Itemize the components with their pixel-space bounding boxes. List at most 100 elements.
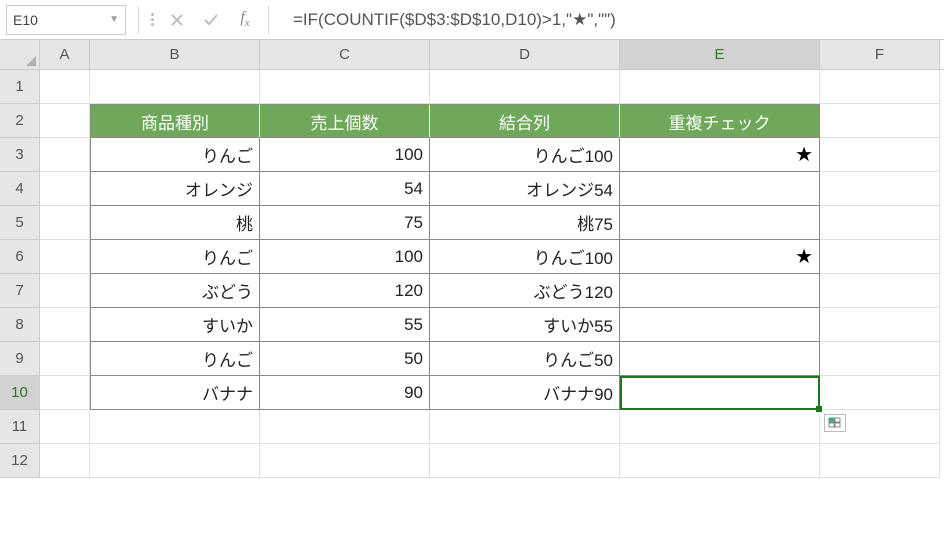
spreadsheet-grid[interactable]: A B C D E F 1 2 商品種別 売上個数 結合列 重複チェック: [0, 40, 944, 478]
cell[interactable]: ぶどう120: [430, 274, 620, 308]
row-header[interactable]: 4: [0, 172, 40, 206]
insert-function-button[interactable]: fx: [228, 5, 262, 35]
col-header-B[interactable]: B: [90, 40, 260, 69]
row-header[interactable]: 8: [0, 308, 40, 342]
row-header[interactable]: 12: [0, 444, 40, 478]
cell[interactable]: [430, 410, 620, 444]
cell[interactable]: [620, 172, 820, 206]
col-header-E[interactable]: E: [620, 40, 820, 69]
cell[interactable]: [620, 376, 820, 410]
cell[interactable]: 120: [260, 274, 430, 308]
cell[interactable]: [40, 240, 90, 274]
cell[interactable]: りんご: [90, 240, 260, 274]
select-all-corner[interactable]: [0, 40, 40, 69]
row-header[interactable]: 5: [0, 206, 40, 240]
name-box-dropdown-icon[interactable]: ▼: [109, 14, 119, 25]
cell[interactable]: すいか: [90, 308, 260, 342]
cell[interactable]: りんご100: [430, 138, 620, 172]
cell[interactable]: [820, 342, 940, 376]
cell[interactable]: [40, 376, 90, 410]
cell[interactable]: 100: [260, 138, 430, 172]
col-header-A[interactable]: A: [40, 40, 90, 69]
cell[interactable]: [620, 342, 820, 376]
cell[interactable]: バナナ90: [430, 376, 620, 410]
col-header-C[interactable]: C: [260, 40, 430, 69]
cell[interactable]: [40, 70, 90, 104]
cell[interactable]: 桃75: [430, 206, 620, 240]
table-header-cell[interactable]: 売上個数: [260, 104, 430, 138]
col-header-F[interactable]: F: [820, 40, 940, 69]
cell[interactable]: [430, 70, 620, 104]
table-header-cell[interactable]: 商品種別: [90, 104, 260, 138]
cell[interactable]: りんご100: [430, 240, 620, 274]
cell[interactable]: りんご50: [430, 342, 620, 376]
cell[interactable]: [820, 274, 940, 308]
cell[interactable]: [40, 342, 90, 376]
cell[interactable]: 桃: [90, 206, 260, 240]
cell[interactable]: 55: [260, 308, 430, 342]
cell[interactable]: [620, 274, 820, 308]
name-box-value: E10: [13, 12, 38, 28]
cell[interactable]: [620, 410, 820, 444]
autofill-options-button[interactable]: [824, 414, 846, 432]
row-header[interactable]: 10: [0, 376, 40, 410]
cell[interactable]: [90, 410, 260, 444]
cell[interactable]: 75: [260, 206, 430, 240]
enter-button[interactable]: [194, 5, 228, 35]
cell[interactable]: [820, 138, 940, 172]
cell[interactable]: オレンジ: [90, 172, 260, 206]
cell[interactable]: [820, 206, 940, 240]
cell[interactable]: [620, 308, 820, 342]
cell[interactable]: [620, 444, 820, 478]
row-header[interactable]: 11: [0, 410, 40, 444]
cell[interactable]: [260, 410, 430, 444]
cell[interactable]: [820, 240, 940, 274]
cell[interactable]: [260, 70, 430, 104]
cell[interactable]: [820, 104, 940, 138]
cell[interactable]: [820, 70, 940, 104]
cell[interactable]: 54: [260, 172, 430, 206]
name-box[interactable]: E10 ▼: [6, 5, 126, 35]
col-header-D[interactable]: D: [430, 40, 620, 69]
table-header-cell[interactable]: 結合列: [430, 104, 620, 138]
cell[interactable]: [820, 172, 940, 206]
cell[interactable]: 90: [260, 376, 430, 410]
cell[interactable]: [430, 444, 620, 478]
cell[interactable]: [40, 138, 90, 172]
cell[interactable]: [40, 172, 90, 206]
cell[interactable]: [90, 70, 260, 104]
table-row: 5 桃 75 桃75: [0, 206, 944, 240]
cell[interactable]: [820, 444, 940, 478]
cell[interactable]: [90, 444, 260, 478]
table-header-cell[interactable]: 重複チェック: [620, 104, 820, 138]
cell[interactable]: [40, 410, 90, 444]
cell[interactable]: 50: [260, 342, 430, 376]
cell[interactable]: [820, 376, 940, 410]
cell[interactable]: すいか55: [430, 308, 620, 342]
cell[interactable]: オレンジ54: [430, 172, 620, 206]
row-header[interactable]: 6: [0, 240, 40, 274]
row-header[interactable]: 9: [0, 342, 40, 376]
cell[interactable]: [620, 70, 820, 104]
cancel-button[interactable]: [160, 5, 194, 35]
cell[interactable]: 100: [260, 240, 430, 274]
cell[interactable]: ★: [620, 240, 820, 274]
cell[interactable]: [40, 104, 90, 138]
cell[interactable]: ★: [620, 138, 820, 172]
row-header[interactable]: 3: [0, 138, 40, 172]
cell[interactable]: [40, 206, 90, 240]
formula-input[interactable]: =IF(COUNTIF($D$3:$D$10,D10)>1,"★",""): [275, 10, 944, 30]
row-header[interactable]: 7: [0, 274, 40, 308]
cell[interactable]: りんご: [90, 342, 260, 376]
cell[interactable]: りんご: [90, 138, 260, 172]
cell[interactable]: [260, 444, 430, 478]
cell[interactable]: ぶどう: [90, 274, 260, 308]
cell[interactable]: [620, 206, 820, 240]
row-header[interactable]: 2: [0, 104, 40, 138]
cell[interactable]: [40, 274, 90, 308]
cell[interactable]: [40, 308, 90, 342]
cell[interactable]: [40, 444, 90, 478]
cell[interactable]: [820, 308, 940, 342]
cell[interactable]: バナナ: [90, 376, 260, 410]
row-header[interactable]: 1: [0, 70, 40, 104]
